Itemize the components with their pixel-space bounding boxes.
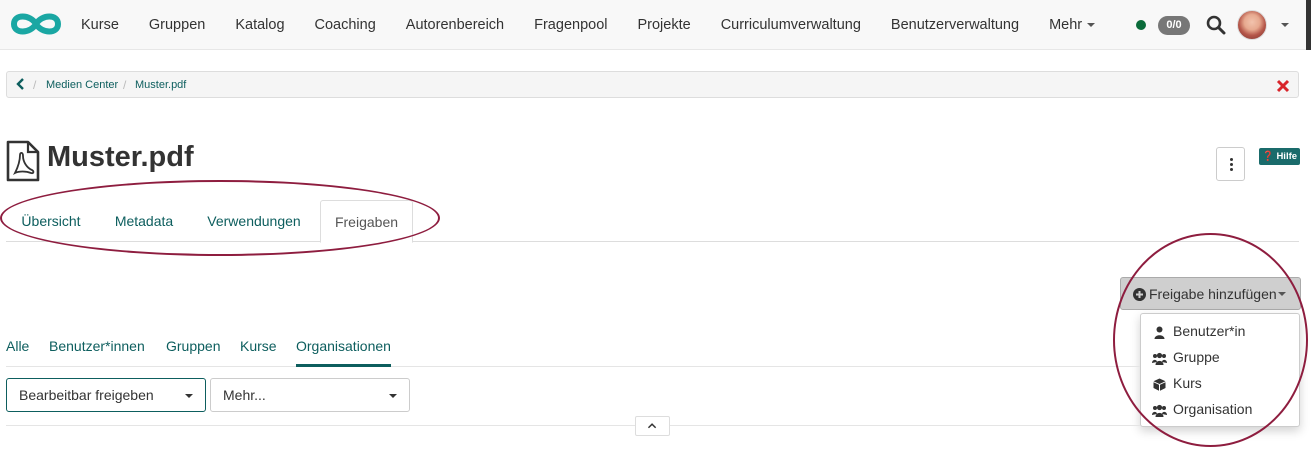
navbar-edge — [1306, 0, 1311, 50]
nav-item-autorenbereich[interactable]: Autorenbereich — [391, 0, 519, 50]
online-status-icon[interactable] — [1136, 20, 1146, 30]
share-filter-tabs: Alle Benutzer*innen Gruppen Kurse Organi… — [6, 332, 1140, 367]
chevron-left-icon[interactable] — [15, 77, 27, 91]
nav-item-katalog[interactable]: Katalog — [220, 0, 299, 50]
page-title: Muster.pdf — [47, 141, 194, 173]
breadcrumb-separator: / — [33, 78, 37, 92]
search-icon[interactable] — [1206, 15, 1226, 35]
bulk-action-select[interactable]: Bearbeitbar freigeben — [6, 378, 206, 412]
close-icon[interactable] — [1276, 79, 1290, 93]
subtab-benutzer[interactable]: Benutzer*innen — [49, 338, 145, 354]
nav-item-gruppen[interactable]: Gruppen — [134, 0, 220, 50]
breadcrumb-separator: / — [123, 78, 127, 92]
divider — [6, 425, 1140, 426]
help-button[interactable]: ❓ Hilfe — [1259, 148, 1300, 165]
user-menu-caret-icon[interactable] — [1281, 23, 1289, 27]
caret-down-icon — [185, 394, 193, 398]
collapse-button[interactable] — [635, 416, 670, 436]
help-label: Hilfe — [1276, 151, 1298, 162]
breadcrumb: / Medien Center / Muster.pdf — [6, 71, 1299, 98]
highlight-ellipse-tabs — [0, 180, 440, 256]
more-actions-button[interactable] — [1216, 147, 1245, 181]
main-nav: Kurse Gruppen Katalog Coaching Autorenbe… — [66, 0, 1110, 50]
subtab-alle[interactable]: Alle — [6, 338, 29, 354]
subtab-gruppen[interactable]: Gruppen — [166, 338, 220, 354]
more-actions-select[interactable]: Mehr... — [210, 378, 410, 412]
more-actions-value: Mehr... — [223, 387, 266, 403]
openolat-logo-icon[interactable] — [9, 10, 63, 38]
caret-down-icon — [1087, 23, 1096, 28]
nav-item-coaching[interactable]: Coaching — [300, 0, 391, 50]
notification-count-badge[interactable]: 0/0 — [1158, 16, 1190, 35]
top-navbar: Kurse Gruppen Katalog Coaching Autorenbe… — [0, 0, 1311, 50]
pdf-file-icon — [6, 140, 40, 182]
user-avatar[interactable] — [1237, 10, 1267, 40]
breadcrumb-item-medien-center[interactable]: Medien Center — [46, 79, 118, 91]
subtab-kurse[interactable]: Kurse — [240, 338, 277, 354]
highlight-ellipse-menu — [1113, 233, 1308, 447]
help-icon: ❓ — [1261, 151, 1274, 162]
bulk-action-value: Bearbeitbar freigeben — [19, 387, 154, 403]
nav-item-kurse[interactable]: Kurse — [66, 0, 134, 50]
nav-item-benutzerverwaltung[interactable]: Benutzerverwaltung — [876, 0, 1034, 50]
nav-item-fragenpool[interactable]: Fragenpool — [519, 0, 622, 50]
nav-item-mehr-label: Mehr — [1049, 17, 1083, 33]
nav-item-curriculumverwaltung[interactable]: Curriculumverwaltung — [706, 0, 876, 50]
chevron-up-icon — [647, 423, 657, 429]
nav-item-mehr[interactable]: Mehr — [1034, 0, 1110, 50]
caret-down-icon — [389, 394, 397, 398]
breadcrumb-item-muster-pdf[interactable]: Muster.pdf — [135, 79, 186, 91]
subtab-organisationen[interactable]: Organisationen — [296, 338, 391, 367]
nav-item-projekte[interactable]: Projekte — [622, 0, 705, 50]
